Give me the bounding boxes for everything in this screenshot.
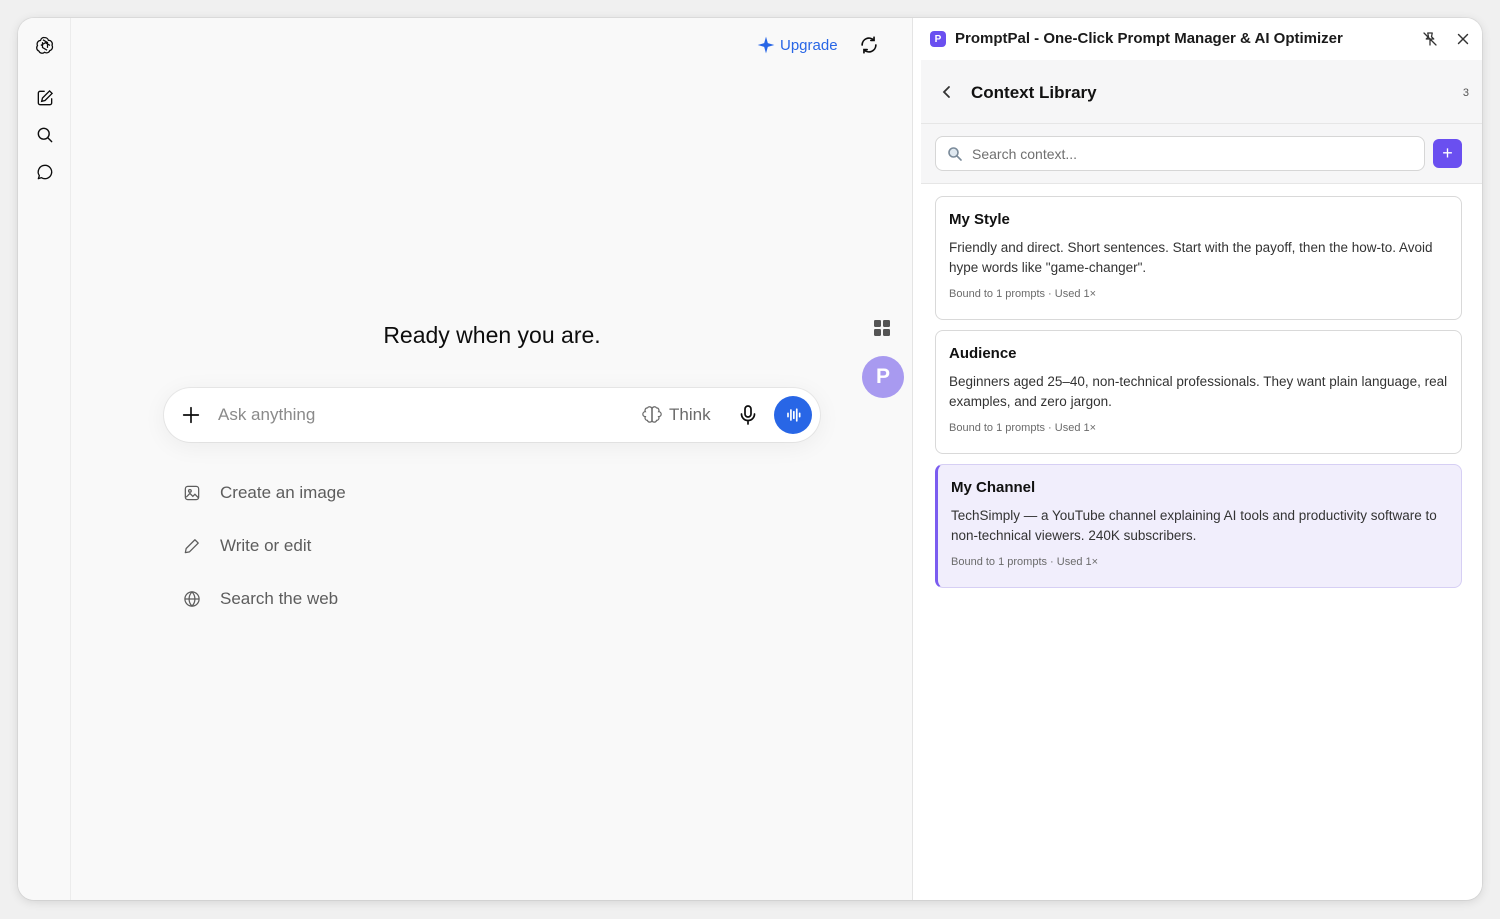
chat-bubble-icon[interactable] — [31, 158, 59, 186]
suggestion-write-edit[interactable]: Write or edit — [182, 533, 311, 559]
card-body: TechSimply — a YouTube channel explainin… — [951, 508, 1437, 543]
card-meta: Bound to 1 prompts · Used 1× — [949, 288, 1097, 300]
magnifier-icon — [948, 147, 962, 161]
think-button[interactable]: Think — [642, 403, 711, 427]
context-card-audience[interactable]: Audience Beginners aged 25–40, non-techn… — [935, 330, 1462, 454]
grid-icon[interactable] — [873, 319, 891, 337]
library-title: Context Library — [971, 83, 1097, 102]
search-context-input[interactable] — [972, 144, 1412, 164]
sparkle-icon — [757, 36, 775, 54]
suggestion-label: Write or edit — [220, 536, 312, 555]
upgrade-button[interactable]: Upgrade — [756, 33, 838, 57]
promptpal-panel: P PromptPal - One-Click Prompt Manager &… — [912, 18, 1482, 900]
image-icon — [184, 485, 200, 501]
suggestion-label: Create an image — [220, 483, 346, 502]
card-meta: Bound to 1 prompts · Used 1× — [949, 422, 1097, 434]
think-label: Think — [669, 405, 711, 424]
composer: Think — [164, 388, 820, 442]
context-card-my-style[interactable]: My Style Friendly and direct. Short sent… — [935, 196, 1462, 320]
suggestion-create-image[interactable]: Create an image — [182, 480, 346, 506]
waveform-icon — [787, 408, 801, 422]
card-meta: Bound to 1 prompts · Used 1× — [951, 556, 1099, 568]
suggestion-label: Search the web — [220, 589, 339, 608]
search-bar: + — [921, 124, 1482, 184]
card-body: Beginners aged 25–40, non-technical prof… — [949, 374, 1448, 409]
library-count: 3 — [1462, 87, 1469, 99]
close-icon[interactable] — [1454, 30, 1472, 48]
panel-title: PromptPal - One-Click Prompt Manager & A… — [955, 30, 1343, 47]
card-title: My Channel — [951, 479, 1036, 496]
voice-mode-button[interactable] — [774, 396, 812, 434]
unpin-icon[interactable] — [1421, 30, 1439, 48]
upgrade-label: Upgrade — [780, 36, 838, 54]
context-card-my-channel[interactable]: My Channel TechSimply — a YouTube channe… — [935, 464, 1462, 588]
add-context-button[interactable]: + — [1433, 139, 1462, 168]
pencil-icon — [184, 539, 199, 554]
temporary-chat-icon[interactable] — [858, 34, 880, 56]
chat-main: Upgrade Ready when you are. Think — [72, 18, 912, 900]
search-icon[interactable] — [31, 121, 59, 149]
microphone-icon[interactable] — [736, 403, 760, 427]
globe-icon — [184, 591, 200, 607]
ask-input[interactable] — [218, 403, 618, 427]
left-rail — [18, 18, 71, 900]
card-body: Friendly and direct. Short sentences. St… — [949, 240, 1433, 275]
hero-heading: Ready when you are. — [383, 322, 601, 348]
card-title: Audience — [949, 345, 1017, 362]
library-header: Context Library 3 — [921, 60, 1482, 124]
app-window: Upgrade Ready when you are. Think — [18, 18, 1482, 900]
new-chat-icon[interactable] — [31, 84, 59, 112]
panel-header: P PromptPal - One-Click Prompt Manager &… — [913, 18, 1482, 60]
brain-icon — [642, 406, 662, 423]
search-box — [935, 136, 1425, 171]
chevron-left-icon[interactable] — [939, 84, 955, 100]
suggestion-search-web[interactable]: Search the web — [182, 586, 338, 612]
promptpal-launcher-button[interactable]: P — [862, 356, 904, 398]
openai-logo-icon[interactable] — [31, 31, 59, 59]
promptpal-logo: P — [930, 31, 946, 47]
plus-icon[interactable] — [180, 404, 202, 426]
card-title: My Style — [949, 211, 1010, 228]
